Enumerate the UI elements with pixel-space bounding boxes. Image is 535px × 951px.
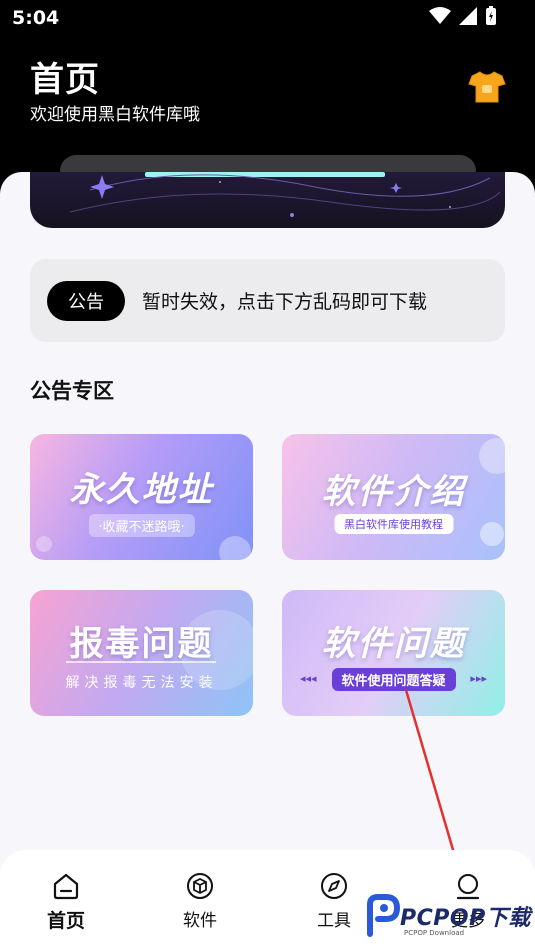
main-content: 公告 暂时失效，点击下方乱码即可下载 乏 公告专区 永久地址 ·收藏不迷路哦· … xyxy=(0,172,535,951)
signal-icon xyxy=(459,7,477,25)
notice-bar[interactable]: 公告 暂时失效，点击下方乱码即可下载 乏 xyxy=(30,259,505,342)
wifi-icon xyxy=(429,7,451,24)
page-title: 首页 xyxy=(30,60,100,100)
battery-icon xyxy=(486,6,496,25)
tshirt-icon xyxy=(468,71,506,103)
nav-label: 软件 xyxy=(183,911,217,931)
watermark-small: PCPOP Download xyxy=(404,929,465,937)
banner-carousel[interactable] xyxy=(30,172,505,228)
compass-icon xyxy=(321,873,347,899)
box-icon xyxy=(187,873,213,899)
card-title: 报毒问题 xyxy=(69,624,214,664)
card-title: 软件介绍 xyxy=(321,472,466,512)
nav-item-home[interactable]: 首页 xyxy=(26,872,106,933)
nav-label: 首页 xyxy=(46,910,85,932)
card-title: 永久地址 xyxy=(69,470,214,510)
nav-label: 工具 xyxy=(317,911,351,931)
card-subtitle: 解决报毒无法安装 xyxy=(65,675,218,691)
card-permanent-address[interactable]: 永久地址 ·收藏不迷路哦· xyxy=(30,434,253,560)
card-software-intro[interactable]: 软件介绍 黑白软件库使用教程 xyxy=(282,434,505,560)
card-subtitle: 软件使用问题答疑 xyxy=(331,668,456,691)
status-bar: 5:04 xyxy=(0,0,535,36)
card-software-issue[interactable]: 软件问题 ◂◂◂ 软件使用问题答疑 ▸▸▸ xyxy=(282,590,505,716)
notice-badge: 公告 xyxy=(47,281,125,321)
watermark-text: PCPOP下载 xyxy=(400,906,531,931)
card-subtitle: ·收藏不迷路哦· xyxy=(88,514,195,537)
home-icon xyxy=(53,873,79,900)
arrows-left: ◂◂◂ xyxy=(300,672,317,685)
arrows-right: ▸▸▸ xyxy=(470,672,487,685)
section-title: 公告专区 xyxy=(30,379,114,403)
status-time: 5:04 xyxy=(12,7,60,29)
card-title: 软件问题 xyxy=(321,624,466,664)
card-antivirus-issue[interactable]: 报毒问题 解决报毒无法安装 xyxy=(30,590,253,716)
notice-text[interactable]: 暂时失效，点击下方乱码即可下载 xyxy=(142,287,427,314)
watermark-logo-icon xyxy=(367,894,400,937)
banner-graphic xyxy=(69,172,501,217)
theme-button[interactable] xyxy=(468,70,506,104)
watermark: PCPOP下载 PCPOP Download xyxy=(364,893,531,939)
card-subtitle: 黑白软件库使用教程 xyxy=(334,514,453,534)
page-subtitle: 欢迎使用黑白软件库哦 xyxy=(30,105,200,125)
nav-item-tools[interactable]: 工具 xyxy=(294,872,374,931)
nav-item-software[interactable]: 软件 xyxy=(160,872,240,931)
status-icons xyxy=(429,6,497,26)
